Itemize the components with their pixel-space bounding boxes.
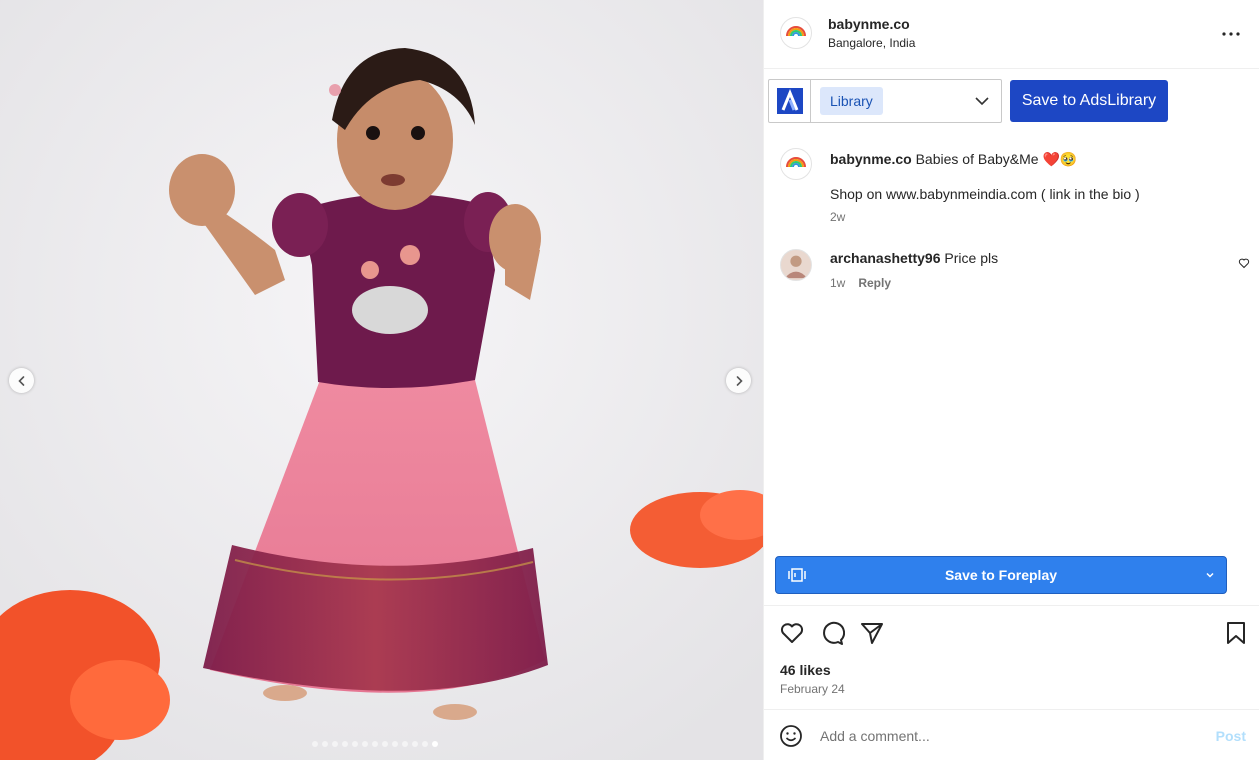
comment-username[interactable]: archanashetty96: [830, 250, 941, 266]
chevron-left-icon: [17, 375, 24, 386]
post-photo: [0, 0, 763, 760]
library-chip: Library: [820, 87, 883, 115]
caption-timestamp[interactable]: 2w: [830, 210, 845, 224]
carousel-dot: [352, 741, 358, 747]
carousel-dot: [312, 741, 318, 747]
chevron-down-icon: [975, 97, 989, 106]
carousel-dot: [342, 741, 348, 747]
post-side-panel: babynme.co Bangalore, India Library Save…: [763, 0, 1259, 760]
user-avatar-icon: [784, 255, 808, 279]
save-bookmark-button[interactable]: [1223, 620, 1249, 646]
avatar[interactable]: [780, 17, 812, 49]
heart-icon: [780, 623, 804, 643]
comment-item: archanashetty96 Price pls 1w Reply: [780, 248, 1250, 296]
heart-icon: [1238, 258, 1250, 269]
carousel-indicator: [312, 741, 438, 747]
post-header: babynme.co Bangalore, India: [764, 0, 1259, 69]
comment-bubble-icon: [823, 621, 846, 645]
smiley-icon: [780, 725, 802, 747]
comment-input[interactable]: [820, 724, 1190, 748]
carousel-dot: [382, 741, 388, 747]
carousel-dot: [432, 741, 438, 747]
carousel-dot: [422, 741, 428, 747]
avatar[interactable]: [780, 148, 812, 180]
library-select[interactable]: Library: [768, 79, 1002, 123]
header-username[interactable]: babynme.co: [828, 16, 910, 32]
post-actions: 46 likes February 24: [764, 605, 1259, 709]
caption-message: Babies of Baby&Me ❤️🥹: [915, 151, 1078, 167]
caption-text: babynme.co Babies of Baby&Me ❤️🥹: [830, 150, 1240, 168]
rainbow-logo-icon: [786, 26, 806, 37]
adslibrary-logo: [769, 80, 811, 122]
share-button[interactable]: [859, 620, 885, 646]
chevron-right-icon: [736, 375, 743, 386]
post-date[interactable]: February 24: [780, 682, 845, 696]
post-media[interactable]: [0, 0, 763, 760]
carousel-dot: [402, 741, 408, 747]
save-to-adslibrary-button[interactable]: Save to AdsLibrary: [1010, 80, 1168, 122]
caption-link-line: Shop on www.babynmeindia.com ( link in t…: [830, 186, 1140, 202]
likes-count[interactable]: 46 likes: [780, 662, 831, 678]
carousel-dot: [332, 741, 338, 747]
carousel-dot: [392, 741, 398, 747]
emoji-button[interactable]: [779, 724, 803, 753]
post-comment-button[interactable]: Post: [1216, 728, 1246, 744]
foreplay-label: Save to Foreplay: [944, 567, 1058, 583]
like-button[interactable]: [779, 620, 805, 646]
carousel-prev-button[interactable]: [9, 368, 34, 393]
comment-timestamp[interactable]: 1w: [830, 276, 845, 290]
carousel-dot: [362, 741, 368, 747]
more-horizontal-icon: [1222, 32, 1240, 36]
reply-button[interactable]: Reply: [858, 276, 891, 290]
comment-message: Price pls: [944, 250, 999, 266]
comment-meta: 1w Reply: [830, 276, 891, 290]
comment-text: archanashetty96 Price pls: [830, 250, 998, 266]
carousel-dot: [322, 741, 328, 747]
header-location[interactable]: Bangalore, India: [828, 36, 915, 50]
adslibrary-logo-icon: [776, 88, 803, 114]
avatar[interactable]: [780, 249, 812, 281]
comment-button[interactable]: [819, 620, 846, 646]
bookmark-icon: [1227, 622, 1245, 644]
carousel-next-button[interactable]: [726, 368, 751, 393]
add-comment-bar: Post: [764, 709, 1259, 760]
caption-username[interactable]: babynme.co: [830, 151, 912, 167]
comment-like-button[interactable]: [1238, 256, 1250, 274]
save-to-foreplay-button[interactable]: Save to Foreplay: [775, 556, 1227, 594]
carousel-dot: [412, 741, 418, 747]
rainbow-logo-icon: [786, 157, 806, 168]
paper-plane-icon: [861, 623, 883, 644]
chevron-down-icon[interactable]: [1204, 569, 1216, 581]
more-options-button[interactable]: [1219, 22, 1243, 46]
carousel-dot: [372, 741, 378, 747]
